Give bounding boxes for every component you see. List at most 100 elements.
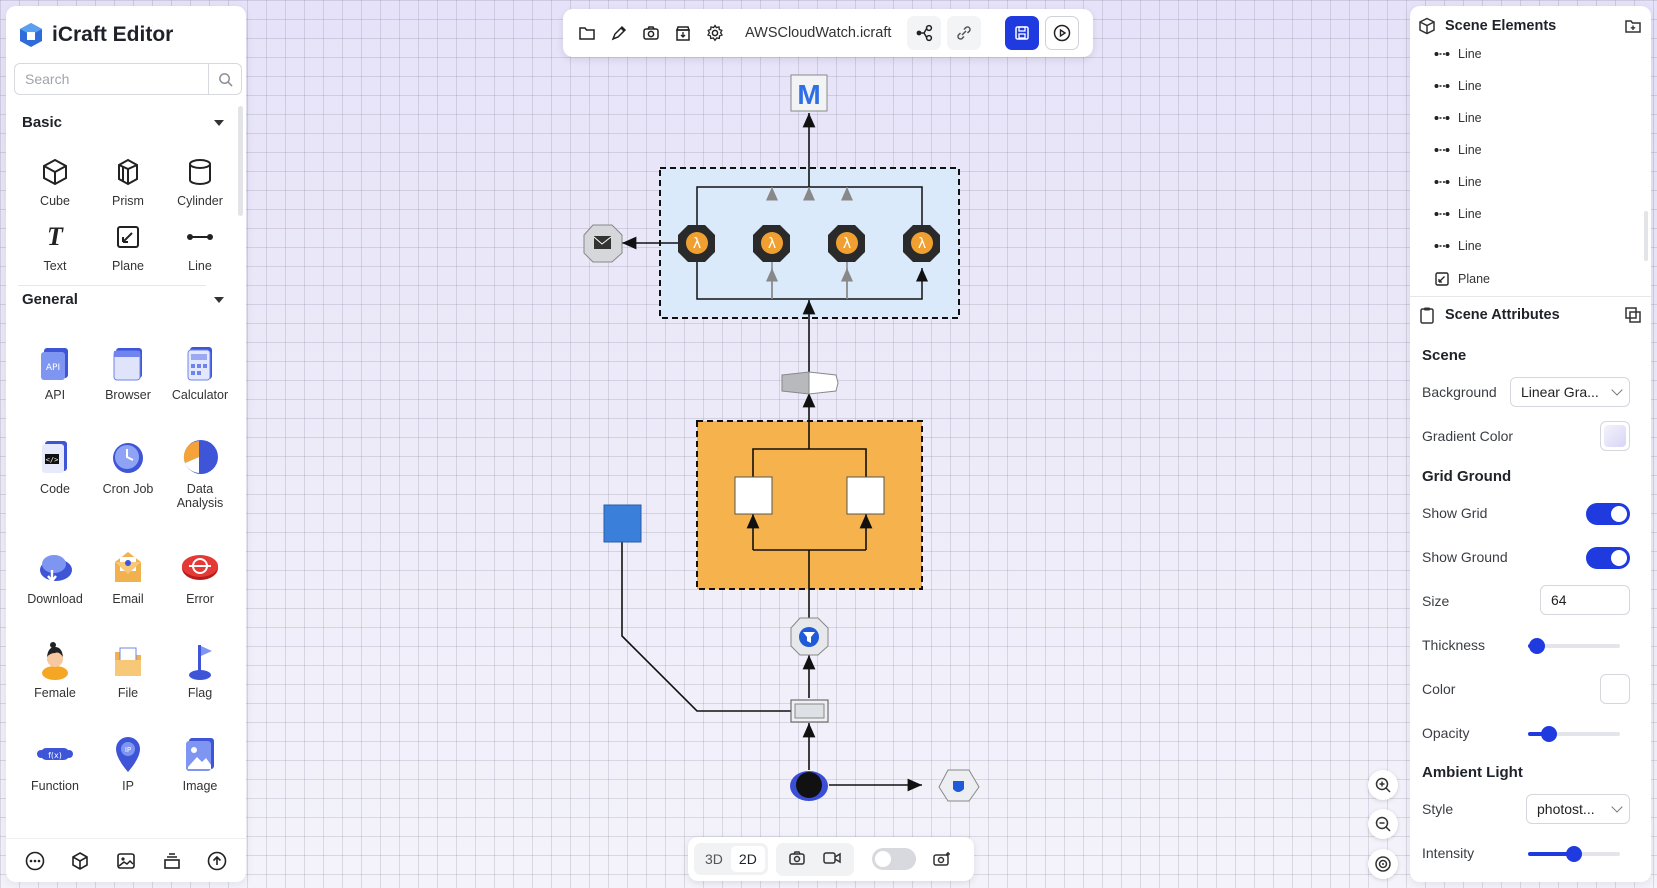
play-button[interactable] xyxy=(1045,16,1080,50)
library-item-female[interactable]: Female xyxy=(19,640,91,700)
library-item-email[interactable]: Email xyxy=(92,546,164,606)
open-button[interactable] xyxy=(571,17,603,49)
add-camera-button[interactable] xyxy=(926,843,958,875)
library-item-file[interactable]: File xyxy=(92,640,164,700)
svg-text:λ: λ xyxy=(843,236,851,252)
cube-icon xyxy=(43,158,67,186)
mail-node[interactable] xyxy=(583,224,623,263)
zoom-out-button[interactable] xyxy=(1368,809,1398,839)
settings-button[interactable] xyxy=(699,17,731,49)
save-button[interactable] xyxy=(1005,16,1040,50)
library-item-text[interactable]: T Text xyxy=(19,219,91,273)
slider-handle[interactable] xyxy=(1529,638,1546,654)
library-item-plane[interactable]: Plane xyxy=(92,219,164,273)
camera-button[interactable] xyxy=(780,846,814,873)
shield-node[interactable] xyxy=(938,769,980,802)
size-input[interactable]: 64 xyxy=(1540,585,1630,615)
library-item-error[interactable]: Error xyxy=(164,546,236,606)
mode-2d-button[interactable]: 2D xyxy=(730,846,765,872)
lambda-node-2[interactable]: λ xyxy=(753,225,790,262)
library-item-browser[interactable]: Browser xyxy=(92,342,164,402)
library-item-data-analysis[interactable]: Data Analysis xyxy=(164,436,236,510)
layers-button[interactable] xyxy=(160,849,184,873)
intensity-slider[interactable] xyxy=(1528,846,1620,862)
section-basic-header[interactable]: Basic xyxy=(22,114,228,131)
recenter-button[interactable] xyxy=(1368,849,1398,879)
cloud-download-icon xyxy=(40,555,72,583)
show-ground-toggle[interactable] xyxy=(1586,547,1630,569)
light-style-select[interactable]: photost... xyxy=(1526,794,1630,824)
library-item-code[interactable]: </> Code xyxy=(19,436,91,496)
scene-element-row[interactable]: Plane xyxy=(1434,271,1490,287)
scene-element-row[interactable]: Line xyxy=(1434,239,1482,253)
add-folder-icon[interactable] xyxy=(1624,17,1642,35)
user-node[interactable] xyxy=(790,771,828,801)
scene-element-row[interactable]: Line xyxy=(1434,47,1482,61)
elements-scrollbar[interactable] xyxy=(1644,211,1648,261)
grid-color-swatch[interactable] xyxy=(1600,674,1630,704)
style-button[interactable] xyxy=(603,17,635,49)
view-toggle[interactable] xyxy=(871,848,916,870)
mode-3d-button[interactable]: 3D xyxy=(697,846,731,872)
library-item-prism[interactable]: Prism xyxy=(92,154,164,208)
library-item-cube[interactable]: Cube xyxy=(19,154,91,208)
connect-button[interactable] xyxy=(907,16,942,50)
thickness-slider[interactable] xyxy=(1528,638,1620,654)
search-button[interactable] xyxy=(208,64,241,94)
scene-element-row[interactable]: Line xyxy=(1434,175,1482,189)
blue-square-node[interactable] xyxy=(603,504,642,543)
load-balancer-node[interactable] xyxy=(790,699,829,723)
scene-element-row[interactable]: Line xyxy=(1434,111,1482,125)
monitor-node[interactable]: M xyxy=(790,74,828,112)
thickness-label: Thickness xyxy=(1422,637,1486,653)
upload-button[interactable] xyxy=(205,849,229,873)
background-select[interactable]: Linear Gra... xyxy=(1510,377,1630,407)
record-button[interactable] xyxy=(814,846,850,873)
gradient-color-swatch[interactable] xyxy=(1600,421,1630,451)
scene-element-row[interactable]: Line xyxy=(1434,207,1482,221)
screenshot-button[interactable] xyxy=(635,17,667,49)
image-button[interactable] xyxy=(114,849,138,873)
play-icon xyxy=(1054,24,1071,42)
more-button[interactable] xyxy=(23,849,47,873)
item-label: Cube xyxy=(40,194,70,208)
search-input[interactable] xyxy=(15,64,208,94)
slider-handle[interactable] xyxy=(1566,846,1582,862)
copy-icon[interactable] xyxy=(1624,306,1642,324)
slider-handle[interactable] xyxy=(1541,726,1558,742)
scene-element-row[interactable]: Line xyxy=(1434,143,1482,157)
library-item-flag[interactable]: Flag xyxy=(164,640,236,700)
section-general-header[interactable]: General xyxy=(22,291,228,308)
item-label: Plane xyxy=(112,259,144,273)
service-box-right[interactable] xyxy=(846,476,885,515)
zoom-in-button[interactable] xyxy=(1368,770,1398,800)
link-button[interactable] xyxy=(947,16,982,50)
library-item-ip[interactable]: IP IP xyxy=(92,733,164,793)
folder-icon xyxy=(579,27,595,40)
library-item-api[interactable]: API API xyxy=(19,342,91,402)
diagram-canvas[interactable]: M λ λ λ λ xyxy=(0,0,1657,888)
service-box-left[interactable] xyxy=(734,476,773,515)
library-item-cylinder[interactable]: Cylinder xyxy=(164,154,236,208)
library-item-line[interactable]: Line xyxy=(164,219,236,273)
flag-icon xyxy=(189,645,212,680)
library-item-function[interactable]: f(x) Function xyxy=(19,733,91,793)
filter-node[interactable] xyxy=(790,617,829,656)
scene-element-row[interactable]: Line xyxy=(1434,79,1482,93)
export-button[interactable] xyxy=(667,17,699,49)
lambda-node-4[interactable]: λ xyxy=(903,225,940,262)
show-grid-toggle[interactable] xyxy=(1586,503,1630,525)
library-item-cron-job[interactable]: Cron Job xyxy=(92,436,164,496)
library-item-download[interactable]: Download xyxy=(19,546,91,606)
caret-down-icon xyxy=(214,296,224,303)
library-item-image[interactable]: Image xyxy=(164,733,236,793)
library-item-calculator[interactable]: Calculator xyxy=(164,342,236,402)
opacity-slider[interactable] xyxy=(1528,726,1620,742)
item-label: File xyxy=(117,686,139,700)
gateway-node[interactable] xyxy=(781,371,839,395)
model-button[interactable] xyxy=(68,849,92,873)
lambda-node-3[interactable]: λ xyxy=(828,225,865,262)
lambda-node-1[interactable]: λ xyxy=(678,225,715,262)
line-icon xyxy=(1434,148,1450,152)
library-scrollbar[interactable] xyxy=(238,106,243,216)
